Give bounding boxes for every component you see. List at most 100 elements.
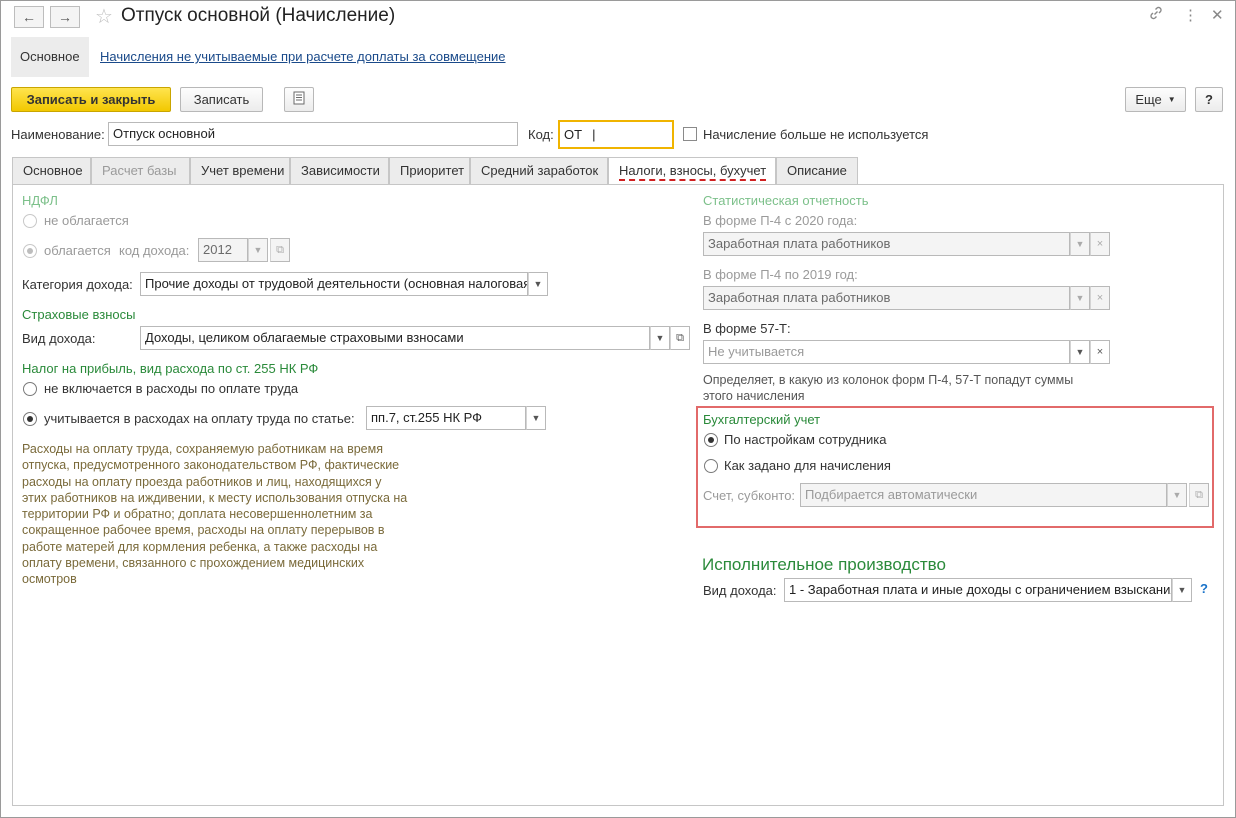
- insurance-income-type-field[interactable]: Доходы, целиком облагаемые страховыми вз…: [140, 326, 650, 350]
- kebab-menu-icon[interactable]: ⋮: [1183, 6, 1198, 24]
- forward-button[interactable]: →: [50, 6, 80, 28]
- ndfl-taxed-label: облагается: [44, 243, 111, 258]
- f57-field[interactable]: Не учитывается: [703, 340, 1070, 364]
- unused-checkbox[interactable]: [683, 127, 697, 141]
- insurance-income-type-label: Вид дохода:: [22, 331, 96, 346]
- tab-main[interactable]: Основное: [12, 157, 91, 184]
- account-dropdown[interactable]: ▼: [1167, 483, 1187, 507]
- income-code-field[interactable]: 2012: [198, 238, 248, 262]
- profit-tax-note-line: сокращенное рабочее время, расходы на оп…: [22, 523, 385, 538]
- profit-tax-included-radio[interactable]: [23, 412, 37, 426]
- ndfl-not-taxed-radio[interactable]: [23, 214, 37, 228]
- profit-tax-note-line: территории РФ и обратно; доплата несовер…: [22, 507, 373, 522]
- tab-taxes[interactable]: Налоги, взносы, бухучет: [608, 157, 776, 185]
- save-button[interactable]: Записать: [180, 87, 263, 112]
- profit-tax-included-label: учитывается в расходах на оплату труда п…: [44, 411, 355, 426]
- back-button[interactable]: ←: [14, 6, 44, 28]
- stats-note-line: Определяет, в какую из колонок форм П-4,…: [703, 373, 1074, 387]
- profit-tax-article-field[interactable]: пп.7, ст.255 НК РФ: [366, 406, 526, 430]
- accounting-as-set-radio[interactable]: [704, 459, 718, 473]
- tab-base-calc[interactable]: Расчет базы: [91, 157, 190, 184]
- p4-2019-field[interactable]: Заработная плата работников: [703, 286, 1070, 310]
- stats-note-line: этого начисления: [703, 389, 805, 403]
- f57-label: В форме 57-Т:: [703, 321, 791, 336]
- arrow-left-icon: ←: [22, 9, 36, 25]
- code-label: Код:: [528, 127, 554, 142]
- clear-icon: ×: [1096, 238, 1104, 250]
- f57-clear-button[interactable]: ×: [1090, 340, 1110, 364]
- accounting-group-title: Бухгалтерский учет: [703, 412, 821, 427]
- help-button[interactable]: ?: [1195, 87, 1223, 112]
- profit-tax-note: Расходы на оплату труда, сохраняемую раб…: [22, 441, 462, 588]
- chevron-down-icon: ▼: [533, 279, 543, 289]
- p4-2020-clear-button[interactable]: ×: [1090, 232, 1110, 256]
- income-category-field[interactable]: Прочие доходы от трудовой деятельности (…: [140, 272, 528, 296]
- link-icon[interactable]: [1148, 5, 1164, 25]
- code-field[interactable]: ОТ |: [558, 120, 674, 149]
- enforcement-help-icon[interactable]: ?: [1200, 581, 1208, 596]
- chevron-down-icon: ▼: [253, 245, 263, 255]
- p4-2019-dropdown[interactable]: ▼: [1070, 286, 1090, 310]
- tab-description[interactable]: Описание: [776, 157, 858, 184]
- ndfl-not-taxed-label: не облагается: [44, 213, 129, 228]
- accounting-by-employee-label: По настройкам сотрудника: [724, 432, 887, 447]
- profit-tax-not-included-radio[interactable]: [23, 382, 37, 396]
- enforcement-income-type-dropdown[interactable]: ▼: [1172, 578, 1192, 602]
- tab-dependencies[interactable]: Зависимости: [290, 157, 389, 184]
- more-label: Еще: [1135, 92, 1162, 107]
- income-code-dropdown[interactable]: ▼: [248, 238, 268, 262]
- chevron-down-icon: ▼: [1075, 239, 1085, 249]
- tab-priority[interactable]: Приоритет: [389, 157, 470, 184]
- p4-2019-label: В форме П-4 по 2019 год:: [703, 267, 858, 282]
- text-cursor: |: [592, 127, 596, 142]
- more-button[interactable]: Еще ▼: [1125, 87, 1186, 112]
- profit-tax-note-line: оплату времени, связанного с прохождение…: [22, 556, 365, 571]
- arrow-right-icon: →: [58, 9, 72, 25]
- p4-2020-dropdown[interactable]: ▼: [1070, 232, 1090, 256]
- f57-dropdown[interactable]: ▼: [1070, 340, 1090, 364]
- profit-tax-note-line: осмотров: [22, 572, 77, 587]
- enforcement-group-title: Исполнительное производство: [702, 555, 946, 574]
- profit-tax-note-line: этих работников на иждивении, к месту ис…: [22, 490, 408, 505]
- profit-tax-note-line: Расходы на оплату труда, сохраняемую раб…: [22, 442, 383, 456]
- chevron-down-icon: ▼: [655, 333, 665, 343]
- unused-label: Начисление больше не используется: [703, 127, 929, 142]
- tab-average-earnings[interactable]: Средний заработок: [470, 157, 608, 184]
- accounting-by-employee-radio[interactable]: [704, 433, 718, 447]
- account-open-button[interactable]: ⧉: [1189, 483, 1209, 507]
- profit-tax-note-line: отпуска, предусмотренного законодательст…: [22, 458, 400, 473]
- document-list-button[interactable]: [284, 87, 314, 112]
- name-field[interactable]: Отпуск основной: [108, 122, 518, 146]
- tab-time-accounting[interactable]: Учет времени: [190, 157, 290, 184]
- code-value: ОТ: [564, 127, 583, 142]
- tab-taxes-label: Налоги, взносы, бухучет: [619, 163, 767, 181]
- ndfl-taxed-radio[interactable]: [23, 244, 37, 258]
- insurance-income-type-open-button[interactable]: ⧉: [670, 326, 690, 350]
- income-category-dropdown[interactable]: ▼: [528, 272, 548, 296]
- stats-note: Определяет, в какую из колонок форм П-4,…: [703, 372, 1123, 404]
- p4-2020-field[interactable]: Заработная плата работников: [703, 232, 1070, 256]
- insurance-group-title: Страховые взносы: [22, 307, 136, 322]
- accounting-as-set-label: Как задано для начисления: [724, 458, 891, 473]
- insurance-income-type-dropdown[interactable]: ▼: [650, 326, 670, 350]
- profit-tax-article-dropdown[interactable]: ▼: [526, 406, 546, 430]
- account-label: Счет, субконто:: [703, 488, 796, 503]
- open-form-icon: ⧉: [276, 243, 284, 256]
- stats-group-title: Статистическая отчетность: [703, 193, 869, 208]
- profit-tax-note-line: расходы на оплату проезда работников и л…: [22, 474, 382, 489]
- close-icon[interactable]: ✕: [1211, 6, 1224, 24]
- open-form-icon: ⧉: [1195, 488, 1203, 501]
- profit-tax-note-line: работе матерей для кормления ребенка, а …: [22, 539, 378, 554]
- window-title: Отпуск основной (Начисление): [121, 5, 396, 26]
- section-link-not-accounted[interactable]: Начисления не учитываемые при расчете до…: [100, 49, 506, 64]
- p4-2019-clear-button[interactable]: ×: [1090, 286, 1110, 310]
- save-and-close-button[interactable]: Записать и закрыть: [11, 87, 171, 112]
- enforcement-income-type-field[interactable]: 1 - Заработная плата и иные доходы с огр…: [784, 578, 1172, 602]
- name-label: Наименование:: [11, 127, 105, 142]
- income-code-open-button[interactable]: ⧉: [270, 238, 290, 262]
- section-main[interactable]: Основное: [11, 37, 89, 77]
- star-icon[interactable]: ☆: [95, 4, 113, 29]
- chevron-down-icon: ▼: [1075, 347, 1085, 357]
- profit-tax-group-title: Налог на прибыль, вид расхода по ст. 255…: [22, 361, 319, 376]
- account-field[interactable]: Подбирается автоматически: [800, 483, 1167, 507]
